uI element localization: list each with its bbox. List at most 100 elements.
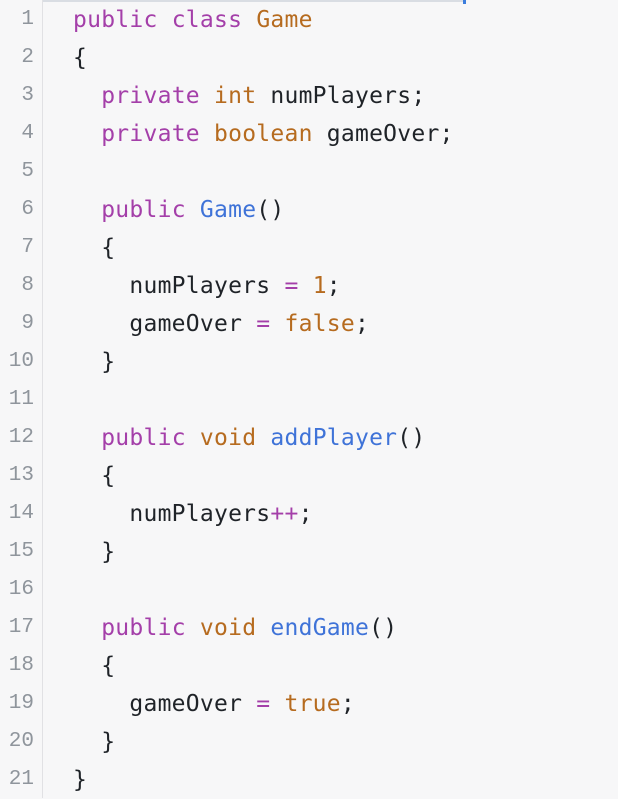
- code-text[interactable]: }: [73, 723, 115, 761]
- line-number: 1: [21, 8, 34, 31]
- code-token-number: 1: [312, 273, 327, 299]
- code-token-type: void: [199, 615, 257, 641]
- code-text[interactable]: {: [73, 39, 87, 77]
- code-text[interactable]: }: [73, 343, 115, 381]
- code-token-plain: }: [73, 349, 116, 375]
- code-line[interactable]: 13 {: [0, 457, 618, 495]
- line-number: 10: [8, 350, 34, 373]
- code-text[interactable]: gameOver = true;: [73, 685, 355, 723]
- code-token-operator: =: [256, 691, 271, 717]
- code-token-type: void: [199, 425, 257, 451]
- code-line[interactable]: 20 }: [0, 723, 618, 761]
- code-text[interactable]: private int numPlayers;: [73, 77, 425, 115]
- line-number: 13: [8, 464, 34, 487]
- code-token-type: true: [284, 691, 341, 717]
- code-token-plain: ;: [326, 273, 341, 299]
- code-line[interactable]: 2{: [0, 39, 618, 77]
- code-token-keyword: private: [101, 83, 200, 109]
- code-text[interactable]: public class Game: [73, 1, 313, 39]
- code-token-operator: ++: [270, 501, 299, 527]
- line-number: 8: [21, 274, 34, 297]
- code-line[interactable]: 7 {: [0, 229, 618, 267]
- code-token-function: endGame: [270, 615, 370, 641]
- code-line[interactable]: 16: [0, 571, 618, 609]
- code-text[interactable]: {: [73, 457, 115, 495]
- code-line[interactable]: 11: [0, 381, 618, 419]
- code-line[interactable]: 17 public void endGame(): [0, 609, 618, 647]
- code-token-keyword: public: [101, 425, 186, 451]
- code-line[interactable]: 6 public Game(): [0, 191, 618, 229]
- code-text[interactable]: public void endGame(): [73, 609, 397, 647]
- code-line[interactable]: 21}: [0, 761, 618, 799]
- code-token-type: false: [284, 311, 355, 337]
- code-text[interactable]: public Game(): [73, 191, 285, 229]
- code-token-plain: }: [73, 729, 116, 755]
- code-lines[interactable]: 1 public class Game 2{3 private int numPla…: [0, 1, 618, 799]
- code-token-plain: (): [256, 197, 285, 223]
- code-text[interactable]: {: [73, 647, 115, 685]
- code-token-keyword: public: [101, 197, 186, 223]
- line-number: 3: [21, 84, 34, 107]
- line-number: 11: [8, 388, 34, 411]
- line-number: 14: [8, 502, 34, 525]
- code-text[interactable]: private boolean gameOver;: [73, 115, 454, 153]
- code-token-keyword: class: [171, 7, 243, 33]
- code-editor[interactable]: 1 public class Game 2{3 private int numPla…: [0, 0, 618, 798]
- code-line[interactable]: 14 numPlayers++;: [0, 495, 618, 533]
- line-number: 20: [8, 730, 34, 753]
- code-line[interactable]: 15 }: [0, 533, 618, 571]
- code-token-plain: {: [73, 463, 116, 489]
- code-line[interactable]: 9 gameOver = false;: [0, 305, 618, 343]
- code-text[interactable]: numPlayers = 1;: [73, 267, 341, 305]
- code-token-plain: }: [73, 539, 116, 565]
- code-token-type: boolean: [214, 121, 313, 147]
- code-line[interactable]: 5: [0, 153, 618, 191]
- code-text[interactable]: public void addPlayer(): [73, 419, 425, 457]
- code-token-plain: }: [73, 767, 88, 793]
- code-line[interactable]: 4 private boolean gameOver;: [0, 115, 618, 153]
- code-line[interactable]: 18 {: [0, 647, 618, 685]
- code-line[interactable]: 1 public class Game: [0, 1, 618, 39]
- code-token-keyword: public: [73, 7, 158, 33]
- code-token-plain: (): [369, 615, 398, 641]
- code-line[interactable]: 8 numPlayers = 1;: [0, 267, 618, 305]
- code-token-plain: numPlayers: [73, 273, 285, 299]
- line-number: 9: [21, 312, 34, 335]
- line-number: 16: [8, 578, 34, 601]
- line-number: 17: [8, 616, 34, 639]
- code-text[interactable]: }: [73, 761, 87, 799]
- code-token-type: int: [214, 83, 257, 109]
- code-line[interactable]: 12 public void addPlayer(): [0, 419, 618, 457]
- code-line[interactable]: 10 }: [0, 343, 618, 381]
- code-text[interactable]: {: [73, 229, 115, 267]
- code-token-operator: =: [284, 273, 299, 299]
- code-line[interactable]: 19 gameOver = true;: [0, 685, 618, 723]
- line-number: 7: [21, 236, 34, 259]
- code-token-function: Game: [199, 197, 257, 223]
- code-token-plain: (): [397, 425, 426, 451]
- code-token-plain: gameOver: [73, 691, 257, 717]
- line-number: 2: [21, 46, 34, 69]
- code-text[interactable]: }: [73, 533, 115, 571]
- code-token-plain: numPlayers: [73, 501, 271, 527]
- code-text[interactable]: gameOver = false;: [73, 305, 369, 343]
- code-text[interactable]: numPlayers++;: [73, 495, 313, 533]
- code-line[interactable]: 3 private int numPlayers;: [0, 77, 618, 115]
- code-token-plain: numPlayers;: [256, 83, 426, 109]
- code-token-type: Game: [256, 7, 313, 33]
- code-token-plain: gameOver: [73, 311, 257, 337]
- code-token-plain: {: [73, 45, 88, 71]
- line-number: 6: [21, 198, 34, 221]
- line-number: 12: [8, 426, 34, 449]
